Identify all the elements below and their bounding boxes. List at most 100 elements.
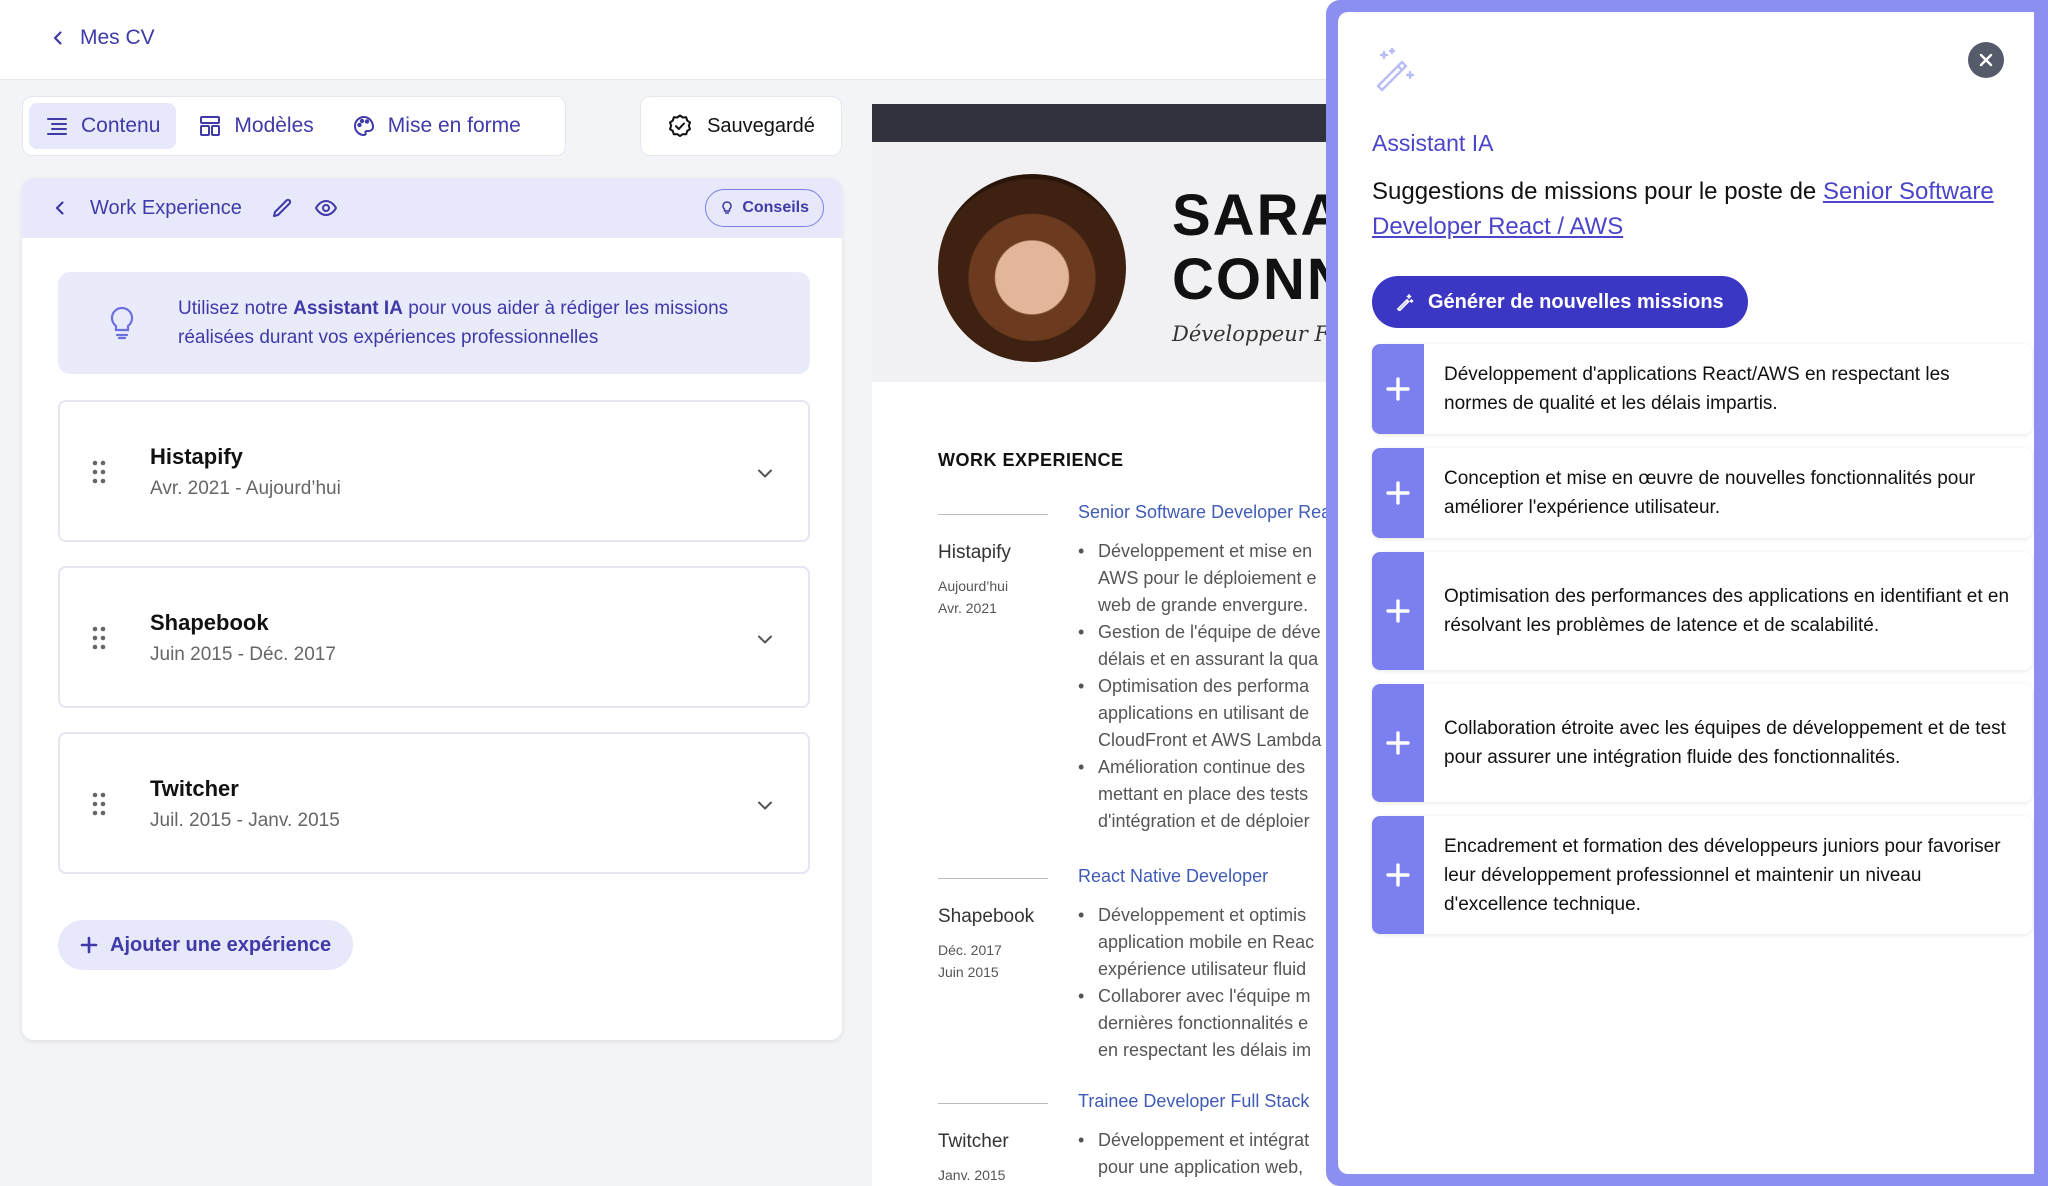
tips-button[interactable]: Conseils [705, 189, 824, 227]
mission-suggestion: Développement d'applications React/AWS e… [1372, 344, 2032, 434]
experience-company: Shapebook [150, 610, 269, 635]
entry-bullets: Développement et mise en AWS pour le dépl… [1078, 538, 1332, 835]
add-experience-label: Ajouter une expérience [110, 933, 332, 956]
entry-bullet-line: Développement et optimis [1078, 902, 1332, 929]
add-experience-button[interactable]: Ajouter une expérience [58, 920, 354, 970]
entry-bullet-line: AWS pour le déploiement e [1098, 568, 1317, 588]
check-badge-icon [669, 114, 692, 138]
tab-content[interactable]: Contenu [29, 103, 177, 149]
magic-wand-icon [1376, 47, 1415, 92]
experience-card[interactable]: Twitcher Juil. 2015 - Janv. 2015 [58, 732, 810, 874]
entry-rule [938, 878, 1048, 879]
experience-card[interactable]: Histapify Avr. 2021 - Aujourd’hui [58, 400, 810, 542]
resume-header: SARAH CONNOR Développeur Full Stack [872, 142, 1332, 382]
drag-handle-icon[interactable] [92, 792, 106, 816]
entry-bullet-line: Amélioration continue des [1078, 754, 1332, 781]
resume-name-last: CONNOR [1172, 247, 1332, 312]
chevron-down-icon[interactable] [756, 630, 774, 648]
chevron-left-icon[interactable] [52, 200, 68, 216]
lightbulb-icon [722, 201, 733, 214]
mission-suggestion: Collaboration étroite avec les équipes d… [1372, 684, 2032, 802]
tab-templates[interactable]: Modèles [182, 103, 329, 149]
tab-content-label: Contenu [81, 114, 161, 137]
mission-suggestion: Optimisation des performances des applic… [1372, 552, 2032, 670]
generate-missions-button[interactable]: Générer de nouvelles missions [1372, 276, 1748, 328]
add-mission-button[interactable] [1372, 816, 1424, 934]
ai-assistant-drawer: Assistant IA Suggestions de missions pou… [1326, 0, 2048, 1186]
assistant-title: Assistant IA [1372, 130, 1494, 156]
experience-company: Twitcher [150, 776, 239, 801]
back-to-cvs-link[interactable]: Mes CV [50, 26, 155, 50]
drag-handle-icon[interactable] [92, 626, 106, 650]
plus-icon [1386, 863, 1410, 887]
entry-bullet-line: Développement et intégrat [1078, 1127, 1332, 1154]
entry-bullet-line: CloudFront et AWS Lambda [1098, 730, 1322, 750]
tab-formatting[interactable]: Mise en forme [336, 103, 537, 149]
ai-assistant-panel: Assistant IA Suggestions de missions pou… [1338, 12, 2034, 1174]
entry-date-end: Aujourd’hui [938, 578, 1009, 594]
resume-role: Développeur Full Stack [1172, 322, 1332, 346]
save-status: Sauvegardé [640, 96, 842, 156]
back-label: Mes CV [80, 26, 155, 49]
entry-date-start: Avr. 2021 [938, 600, 997, 616]
chevron-down-icon[interactable] [756, 464, 774, 482]
entry-rule [938, 514, 1048, 515]
experience-card[interactable]: Shapebook Juin 2015 - Déc. 2017 [58, 566, 810, 708]
entry-company: Histapify [938, 542, 1011, 563]
drag-handle-icon[interactable] [92, 460, 106, 484]
eye-icon[interactable] [314, 196, 338, 220]
mission-text: Optimisation des performances des applic… [1444, 586, 2010, 636]
entry-bullet-line: applications en utilisant de [1098, 703, 1310, 723]
plus-icon [80, 936, 98, 954]
entry-company: Twitcher [938, 1131, 1009, 1152]
entry-bullet-line: délais et en assurant la qua [1098, 649, 1319, 669]
add-mission-button[interactable] [1372, 448, 1424, 538]
experience-dates: Juin 2015 - Déc. 2017 [150, 644, 336, 665]
close-button[interactable] [1968, 42, 2004, 78]
ai-assistant-tip: Utilisez notre Assistant IA pour vous ai… [58, 272, 810, 374]
entry-job-title: React Native Developer [1078, 866, 1269, 886]
mission-text: Développement d'applications React/AWS e… [1444, 364, 1950, 414]
entry-bullet-line: Gestion de l'équipe de déve [1078, 619, 1332, 646]
add-mission-button[interactable] [1372, 552, 1424, 670]
entry-date-start: Juin 2015 [938, 964, 999, 980]
entry-bullet-line: Collaborer avec l'équipe m [1078, 983, 1332, 1010]
add-mission-button[interactable] [1372, 684, 1424, 802]
resume-name: SARAH CONNOR [1172, 184, 1332, 312]
palette-icon [353, 115, 374, 137]
entry-date-end: Janv. 2015 [938, 1167, 1006, 1183]
ai-tip-prefix: Utilisez notre [178, 298, 294, 319]
entry-date-end: Déc. 2017 [938, 942, 1002, 958]
experience-company: Histapify [150, 444, 243, 469]
plus-icon [1386, 481, 1410, 505]
entry-bullet-line: dernières fonctionnalités e [1098, 1013, 1309, 1033]
entry-bullet-line: Optimisation des performa [1078, 673, 1332, 700]
assistant-heading: Suggestions de missions pour le poste de… [1372, 174, 2032, 244]
close-icon [1979, 53, 1993, 67]
entry-job-title: Senior Software Developer React / AWS [1078, 502, 1332, 522]
section-header: Work Experience Conseils [22, 178, 842, 238]
entry-bullet-line: expérience utilisateur fluid [1098, 959, 1307, 979]
save-status-label: Sauvegardé [707, 114, 815, 137]
experience-dates: Avr. 2021 - Aujourd’hui [150, 478, 341, 499]
assistant-heading-prefix: Suggestions de missions pour le poste de [1372, 178, 1823, 205]
ai-tip-text: Utilisez notre Assistant IA pour vous ai… [178, 294, 758, 352]
entry-rule [938, 1103, 1048, 1104]
lightbulb-icon [110, 306, 134, 340]
resume-section-title: WORK EXPERIENCE [938, 450, 1124, 470]
tab-formatting-label: Mise en forme [387, 114, 521, 137]
plus-icon [1386, 731, 1410, 755]
generate-missions-label: Générer de nouvelles missions [1428, 290, 1724, 313]
section-title: Work Experience [90, 196, 242, 219]
chevron-down-icon[interactable] [756, 796, 774, 814]
pencil-icon[interactable] [270, 196, 294, 220]
mission-suggestion: Conception et mise en œuvre de nouvelles… [1372, 448, 2032, 538]
experience-dates: Juil. 2015 - Janv. 2015 [150, 810, 340, 831]
plus-icon [1386, 377, 1410, 401]
entry-bullet-line: web de grande envergure. [1098, 595, 1309, 615]
magic-wand-icon [1396, 294, 1414, 311]
entry-bullet-line: en respectant les délais im [1098, 1040, 1312, 1060]
entry-bullet-line: Développement et mise en [1078, 538, 1332, 565]
add-mission-button[interactable] [1372, 344, 1424, 434]
tips-label: Conseils [742, 199, 809, 216]
